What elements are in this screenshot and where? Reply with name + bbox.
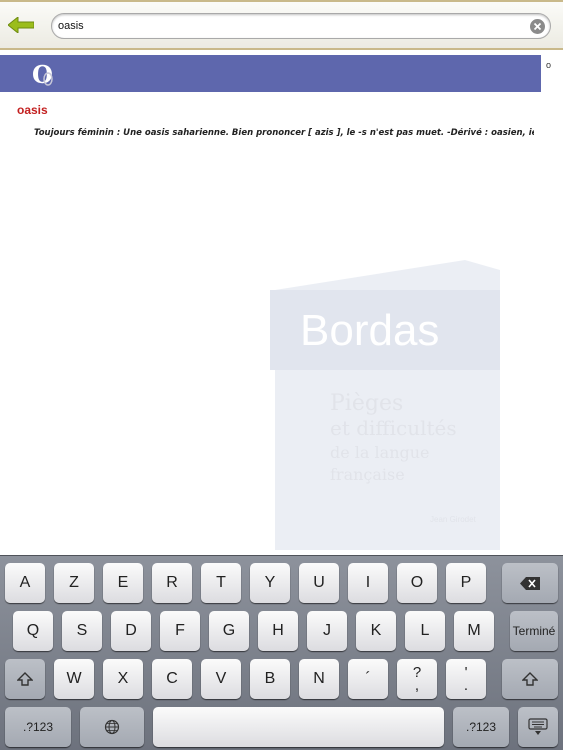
keyboard-dismiss-icon bbox=[528, 718, 548, 735]
key-period-bottom: . bbox=[463, 677, 469, 694]
backspace-icon bbox=[520, 576, 540, 590]
numbers-key-right[interactable]: .?123 bbox=[453, 707, 509, 747]
backspace-key[interactable] bbox=[502, 563, 558, 603]
key-d[interactable]: D bbox=[111, 611, 151, 651]
key-u[interactable]: U bbox=[299, 563, 339, 603]
svg-text:Pièges: Pièges bbox=[330, 391, 403, 416]
shift-icon bbox=[17, 672, 33, 686]
hide-keyboard-key[interactable] bbox=[518, 707, 558, 747]
shift-key-left[interactable] bbox=[5, 659, 45, 699]
search-field[interactable] bbox=[51, 13, 551, 39]
shift-key-right[interactable] bbox=[502, 659, 558, 699]
key-v[interactable]: V bbox=[201, 659, 241, 699]
clear-icon bbox=[533, 22, 542, 31]
top-bar bbox=[0, 0, 563, 50]
side-marker: o bbox=[546, 60, 552, 70]
key-apostrophe-period[interactable]: ' . bbox=[446, 659, 486, 699]
svg-text:française: française bbox=[330, 465, 405, 484]
done-key[interactable]: Terminé bbox=[510, 611, 558, 651]
search-input[interactable] bbox=[58, 17, 518, 35]
key-b[interactable]: B bbox=[250, 659, 290, 699]
book-watermark: Bordas Pièges et difficultés de la langu… bbox=[255, 250, 515, 560]
svg-text:de la langue: de la langue bbox=[330, 443, 430, 462]
key-a[interactable]: A bbox=[5, 563, 45, 603]
key-z[interactable]: Z bbox=[54, 563, 94, 603]
key-x[interactable]: X bbox=[103, 659, 143, 699]
key-h[interactable]: H bbox=[258, 611, 298, 651]
svg-text:et difficultés: et difficultés bbox=[330, 416, 457, 440]
key-l[interactable]: L bbox=[405, 611, 445, 651]
shift-icon bbox=[522, 672, 538, 686]
key-o[interactable]: O bbox=[397, 563, 437, 603]
key-i[interactable]: I bbox=[348, 563, 388, 603]
letter-o-logo-icon: O bbox=[32, 60, 53, 89]
entry-definition[interactable]: Toujours féminin : Une oasis saharienne.… bbox=[34, 128, 534, 138]
clear-search-button[interactable] bbox=[530, 19, 545, 34]
key-r[interactable]: R bbox=[152, 563, 192, 603]
key-m[interactable]: M bbox=[454, 611, 494, 651]
key-n[interactable]: N bbox=[299, 659, 339, 699]
book-cover-image: Bordas Pièges et difficultés de la langu… bbox=[270, 260, 500, 550]
numbers-key-left[interactable]: .?123 bbox=[5, 707, 71, 747]
key-s[interactable]: S bbox=[62, 611, 102, 651]
key-y[interactable]: Y bbox=[250, 563, 290, 603]
entry-title[interactable]: oasis bbox=[17, 103, 48, 117]
svg-text:Bordas: Bordas bbox=[300, 306, 439, 355]
key-p[interactable]: P bbox=[446, 563, 486, 603]
globe-key[interactable] bbox=[80, 707, 144, 747]
key-accent[interactable]: ´ bbox=[348, 659, 388, 699]
svg-text:Jean Girodet: Jean Girodet bbox=[430, 515, 477, 524]
space-key[interactable] bbox=[153, 707, 444, 747]
key-k[interactable]: K bbox=[356, 611, 396, 651]
key-t[interactable]: T bbox=[201, 563, 241, 603]
key-question-comma[interactable]: ? , bbox=[397, 659, 437, 699]
key-g[interactable]: G bbox=[209, 611, 249, 651]
key-f[interactable]: F bbox=[160, 611, 200, 651]
back-arrow-icon bbox=[8, 17, 34, 33]
key-q[interactable]: Q bbox=[13, 611, 53, 651]
key-comma-bottom: , bbox=[414, 677, 420, 694]
key-w[interactable]: W bbox=[54, 659, 94, 699]
globe-icon bbox=[104, 719, 120, 735]
dictionary-header-band: O bbox=[0, 55, 541, 92]
key-j[interactable]: J bbox=[307, 611, 347, 651]
key-e[interactable]: E bbox=[103, 563, 143, 603]
key-c[interactable]: C bbox=[152, 659, 192, 699]
on-screen-keyboard: A Z E R T Y U I O P Q S D F G H J K L M … bbox=[0, 555, 563, 750]
back-button[interactable] bbox=[6, 11, 36, 39]
